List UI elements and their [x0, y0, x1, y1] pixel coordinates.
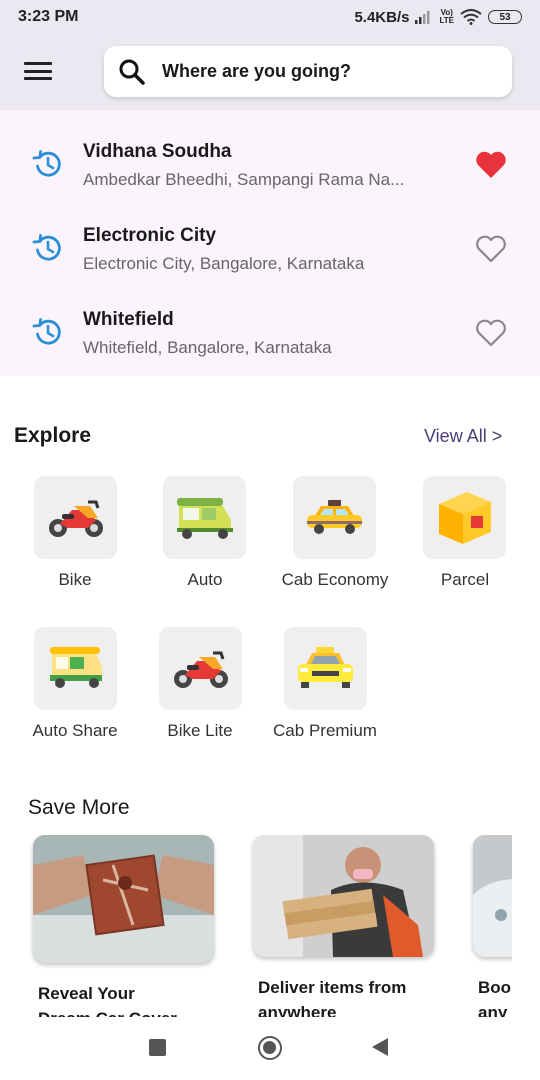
heart-filled-icon[interactable]: [475, 150, 507, 180]
battery-indicator: 53: [488, 10, 522, 24]
wifi-icon: [460, 9, 482, 25]
signal-icon: [415, 11, 430, 24]
place-address: Whitefield, Bangalore, Karnataka: [83, 338, 332, 357]
promo-card-line1: Reveal Your: [38, 984, 135, 1003]
bike-lite-icon: [174, 651, 228, 688]
recent-place-item[interactable]: Electronic City Electronic City, Bangalo…: [0, 194, 540, 278]
heart-outline-icon[interactable]: [475, 318, 507, 348]
promo-card-image-car[interactable]: [473, 835, 512, 957]
home-button[interactable]: [258, 1036, 282, 1060]
battery-level: 53: [499, 11, 511, 23]
status-icons: 5.4KB/s Vo) LTE 53: [354, 7, 522, 27]
view-all-link[interactable]: View All >: [424, 426, 502, 447]
place-address: Electronic City, Bangalore, Karnataka: [83, 254, 365, 273]
service-icon-box: [423, 476, 506, 559]
gift-box-image: [33, 835, 214, 963]
service-label: Auto: [187, 570, 223, 589]
network-speed: 5.4KB/s: [354, 8, 410, 26]
bike-icon: [49, 500, 103, 537]
promo-card-line2: anywhere: [258, 1003, 337, 1017]
service-icon-box: [34, 476, 117, 559]
recents-button[interactable]: [149, 1039, 166, 1056]
service-icon-box: [293, 476, 376, 559]
status-time: 3:23 PM: [18, 8, 79, 25]
heart-outline-icon[interactable]: [475, 234, 507, 264]
service-icon-box: [284, 627, 367, 710]
volte-bottom-text: LTE: [439, 16, 454, 25]
premium-taxi-icon: [298, 647, 353, 688]
taxi-icon: [307, 500, 362, 534]
auto-rickshaw-icon: [177, 498, 233, 539]
delivery-person-image: [253, 835, 434, 957]
promo-card-line2: Dream Car Cover: [38, 1006, 214, 1017]
system-nav-bar: [0, 1020, 540, 1080]
place-title: Electronic City: [83, 225, 217, 246]
service-icon-box: [159, 627, 242, 710]
promo-carousel[interactable]: Reveal Your Dream Car Cover Deliver item…: [0, 835, 512, 1017]
promo-card-title[interactable]: Reveal Your Dream Car Cover: [38, 981, 214, 1017]
volte-icon: Vo) LTE: [439, 9, 454, 25]
parcel-box-icon: [439, 492, 491, 544]
service-icon-box: [34, 627, 117, 710]
promo-card-title[interactable]: Boo any: [478, 975, 512, 1017]
status-bar: 3:23 PM 5.4KB/s Vo) LTE 53: [0, 0, 540, 34]
promo-card-image-gift[interactable]: [33, 835, 214, 963]
search-bar[interactable]: Where are you going?: [104, 46, 512, 97]
place-title: Whitefield: [83, 309, 174, 330]
place-title: Vidhana Soudha: [83, 141, 232, 162]
history-icon: [32, 318, 61, 345]
history-icon: [32, 234, 61, 261]
auto-share-icon: [50, 647, 102, 688]
promo-card-title[interactable]: Deliver items from anywhere: [258, 975, 434, 1017]
promo-card-line2: any: [478, 1003, 508, 1017]
hamburger-menu-icon[interactable]: [24, 60, 52, 82]
save-more-heading: Save More: [28, 796, 130, 819]
recent-place-item[interactable]: Whitefield Whitefield, Bangalore, Karnat…: [0, 278, 540, 362]
recent-place-item[interactable]: Vidhana Soudha Ambedkar Bheedhi, Sampang…: [0, 110, 540, 194]
history-icon: [32, 150, 61, 177]
service-icon-box: [163, 476, 246, 559]
service-label: Cab Premium: [273, 721, 377, 740]
explore-heading: Explore: [14, 424, 92, 447]
search-placeholder: Where are you going?: [162, 61, 352, 81]
top-header: 3:23 PM 5.4KB/s Vo) LTE 53 Where are you…: [0, 0, 540, 110]
promo-card-image-delivery[interactable]: [253, 835, 434, 957]
place-address: Ambedkar Bheedhi, Sampangi Rama Na...: [83, 170, 405, 189]
search-icon: [119, 59, 145, 85]
service-label: Bike: [58, 570, 92, 589]
service-label: Parcel: [440, 570, 490, 589]
service-label: Cab Economy: [281, 570, 389, 589]
car-image: [473, 835, 512, 957]
back-button[interactable]: [372, 1038, 388, 1056]
promo-card-line1: Deliver items from: [258, 978, 407, 997]
recent-places-list: Vidhana Soudha Ambedkar Bheedhi, Sampang…: [0, 110, 540, 376]
promo-card-line1: Boo: [478, 978, 512, 997]
